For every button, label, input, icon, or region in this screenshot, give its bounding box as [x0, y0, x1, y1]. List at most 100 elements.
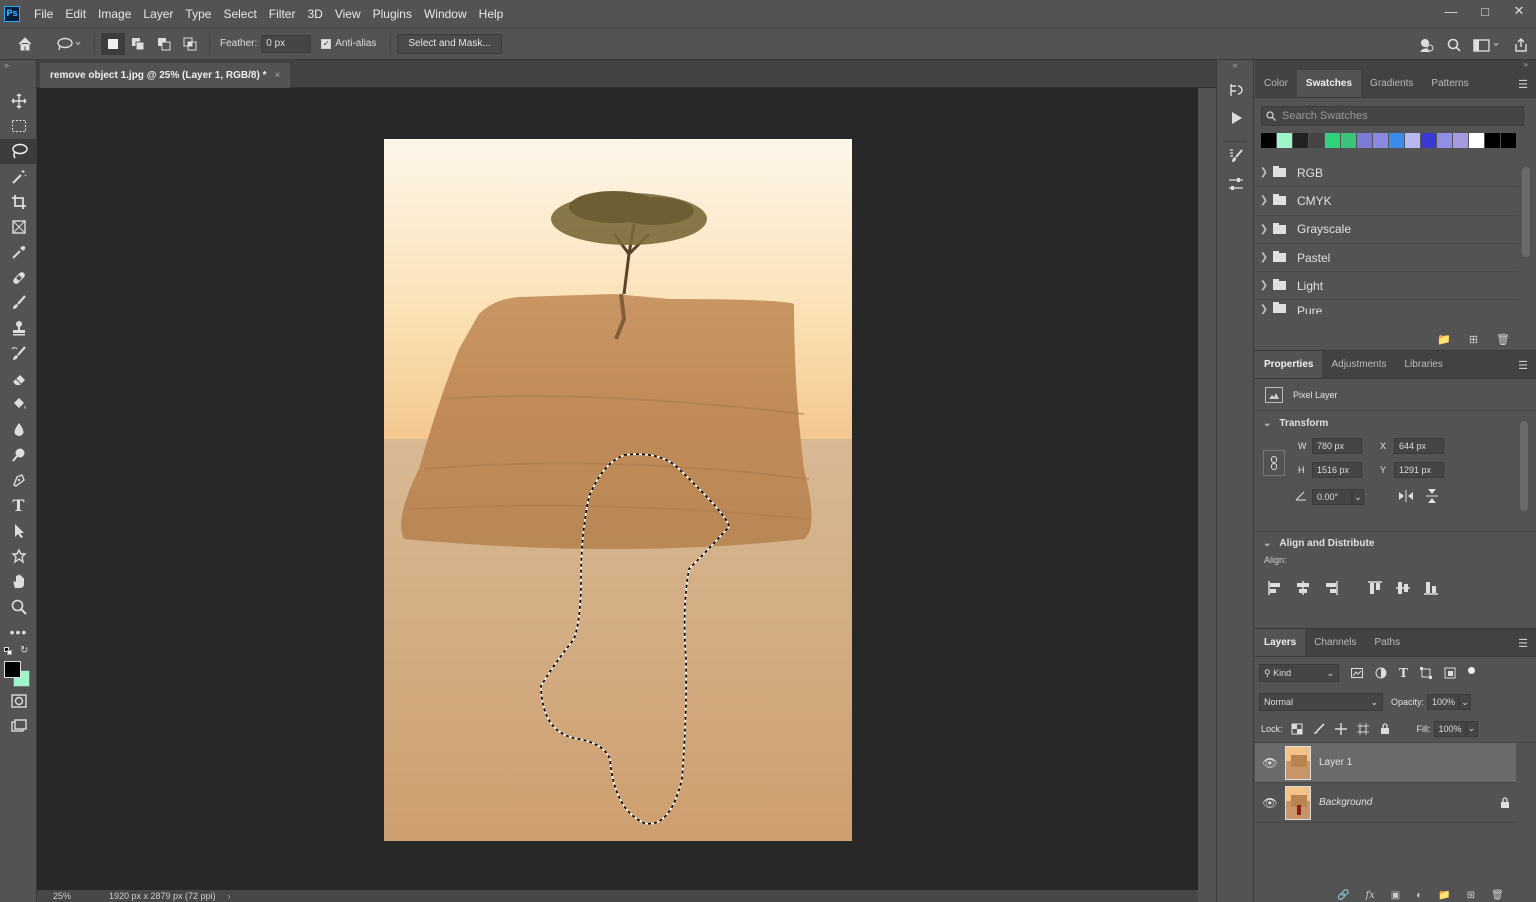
- home-icon[interactable]: [0, 27, 50, 60]
- magic-wand-tool-icon[interactable]: [0, 164, 37, 189]
- lock-all-icon[interactable]: [1379, 722, 1391, 735]
- opacity-dropdown-icon[interactable]: ⌄: [1459, 694, 1472, 710]
- lock-position-icon[interactable]: [1334, 722, 1347, 735]
- document-tab[interactable]: remove object 1.jpg @ 25% (Layer 1, RGB/…: [40, 63, 291, 88]
- minimize-icon[interactable]: —: [1434, 0, 1468, 22]
- swatches-scrollbar[interactable]: [1522, 159, 1532, 314]
- angle-dropdown-icon[interactable]: ⌄: [1352, 489, 1364, 505]
- tab-paths[interactable]: Paths: [1366, 629, 1410, 656]
- filter-toggle-icon[interactable]: [1467, 666, 1475, 674]
- eyedropper-tool-icon[interactable]: [0, 240, 37, 265]
- hand-tool-icon[interactable]: [0, 569, 37, 594]
- blend-mode-select[interactable]: Normal ⌄: [1259, 693, 1383, 711]
- tab-color[interactable]: Color: [1255, 70, 1297, 97]
- color-swatch[interactable]: [1373, 133, 1388, 148]
- path-selection-tool-icon[interactable]: [0, 518, 37, 543]
- new-swatch-icon[interactable]: ⊞: [1469, 333, 1478, 346]
- menu-type[interactable]: Type: [179, 7, 217, 21]
- menu-file[interactable]: File: [28, 7, 59, 21]
- color-swatch[interactable]: [1501, 133, 1516, 148]
- swatch-group-light[interactable]: ❯ Light: [1255, 272, 1518, 301]
- screen-mode-icon[interactable]: [0, 714, 37, 739]
- color-swatch[interactable]: [1469, 133, 1484, 148]
- new-group-icon[interactable]: 📁: [1438, 890, 1450, 901]
- menu-select[interactable]: Select: [217, 7, 262, 21]
- menu-edit[interactable]: Edit: [59, 7, 92, 21]
- antialias-checkbox[interactable]: ✓: [321, 38, 332, 49]
- tab-gradients[interactable]: Gradients: [1361, 70, 1422, 97]
- lock-artboard-icon[interactable]: [1356, 722, 1369, 735]
- fill-input[interactable]: 100%: [1433, 720, 1466, 737]
- y-input[interactable]: 1291 px: [1394, 462, 1444, 478]
- align-section-header[interactable]: ⌄ Align and Distribute: [1255, 531, 1536, 555]
- search-icon[interactable]: [1440, 38, 1468, 52]
- filter-shape-icon[interactable]: [1419, 667, 1432, 679]
- menu-window[interactable]: Window: [418, 7, 473, 21]
- filter-smart-object-icon[interactable]: [1444, 667, 1456, 679]
- lasso-tool-icon[interactable]: [0, 138, 37, 164]
- intersect-selection-icon[interactable]: [177, 33, 203, 55]
- foreground-color-swatch[interactable]: [4, 660, 21, 678]
- link-layers-icon[interactable]: 🔗: [1337, 890, 1349, 901]
- tab-adjustments[interactable]: Adjustments: [1322, 351, 1395, 378]
- healing-brush-tool-icon[interactable]: [0, 265, 37, 290]
- color-swatch[interactable]: [1309, 133, 1324, 148]
- link-dimensions-icon[interactable]: [1263, 450, 1285, 476]
- color-swatch[interactable]: [1389, 133, 1404, 148]
- lock-transparent-pixels-icon[interactable]: [1291, 723, 1303, 735]
- adjustments-sliders-icon[interactable]: [1217, 170, 1255, 198]
- workspace-icon[interactable]: [1468, 38, 1506, 52]
- flip-vertical-icon[interactable]: [1426, 488, 1438, 504]
- dodge-tool-icon[interactable]: [0, 442, 37, 467]
- new-selection-icon[interactable]: [101, 32, 125, 55]
- transform-section-header[interactable]: ⌄ Transform: [1255, 411, 1536, 435]
- height-input[interactable]: 1516 px: [1312, 462, 1362, 478]
- toolbar-collapse-icon[interactable]: »: [0, 60, 36, 88]
- tab-layers[interactable]: Layers: [1255, 629, 1306, 656]
- color-swatch[interactable]: [1261, 133, 1276, 148]
- tab-swatches[interactable]: Swatches: [1296, 70, 1362, 97]
- new-group-folder-icon[interactable]: 📁: [1437, 333, 1451, 346]
- align-left-edges-icon[interactable]: [1267, 580, 1283, 596]
- menu-3d[interactable]: 3D: [301, 7, 328, 21]
- align-horizontal-centers-icon[interactable]: [1295, 580, 1311, 596]
- swatch-group-rgb[interactable]: ❯ RGB: [1255, 159, 1518, 188]
- maximize-icon[interactable]: □: [1468, 0, 1502, 22]
- close-tab-icon[interactable]: ×: [275, 70, 281, 81]
- menu-help[interactable]: Help: [473, 7, 510, 21]
- color-swatch[interactable]: [1325, 133, 1340, 148]
- color-swatch[interactable]: [1453, 133, 1468, 148]
- swatch-group-pure[interactable]: ❯ Pure: [1255, 300, 1518, 314]
- zoom-tool-icon[interactable]: [0, 594, 37, 619]
- align-bottom-edges-icon[interactable]: [1423, 580, 1439, 596]
- tab-libraries[interactable]: Libraries: [1396, 351, 1452, 378]
- swap-colors-icon[interactable]: ↻: [20, 645, 28, 656]
- custom-shape-tool-icon[interactable]: [0, 543, 37, 568]
- share-user-icon[interactable]: [1412, 37, 1440, 53]
- x-input[interactable]: 644 px: [1394, 438, 1444, 454]
- history-panel-icon[interactable]: [1217, 76, 1255, 104]
- fill-dropdown-icon[interactable]: ⌄: [1465, 720, 1478, 737]
- quick-mask-icon[interactable]: [0, 689, 37, 714]
- status-info-chevron-icon[interactable]: ›: [228, 891, 231, 901]
- color-swatch[interactable]: [1421, 133, 1436, 148]
- pen-tool-icon[interactable]: [0, 467, 37, 492]
- document-canvas-image[interactable]: [384, 139, 852, 841]
- frame-tool-icon[interactable]: [0, 214, 37, 239]
- color-swatch[interactable]: [1437, 133, 1452, 148]
- menu-layer[interactable]: Layer: [137, 7, 179, 21]
- menu-image[interactable]: Image: [92, 7, 137, 21]
- lasso-preset-picker[interactable]: [50, 27, 88, 60]
- brush-tool-icon[interactable]: [0, 290, 37, 315]
- filter-pixel-icon[interactable]: [1351, 668, 1363, 678]
- layer-row-layer1[interactable]: 👁 Layer 1: [1255, 743, 1516, 783]
- blur-tool-icon[interactable]: [0, 417, 37, 442]
- tab-properties[interactable]: Properties: [1255, 351, 1323, 378]
- filter-type-icon[interactable]: T: [1399, 666, 1408, 680]
- dock-collapse-icon[interactable]: «: [1217, 60, 1253, 76]
- tab-channels[interactable]: Channels: [1305, 629, 1365, 656]
- flip-horizontal-icon[interactable]: [1398, 490, 1414, 502]
- visibility-eye-icon[interactable]: 👁: [1255, 796, 1285, 810]
- add-mask-icon[interactable]: ▣: [1391, 890, 1400, 901]
- clone-stamp-tool-icon[interactable]: [0, 316, 37, 341]
